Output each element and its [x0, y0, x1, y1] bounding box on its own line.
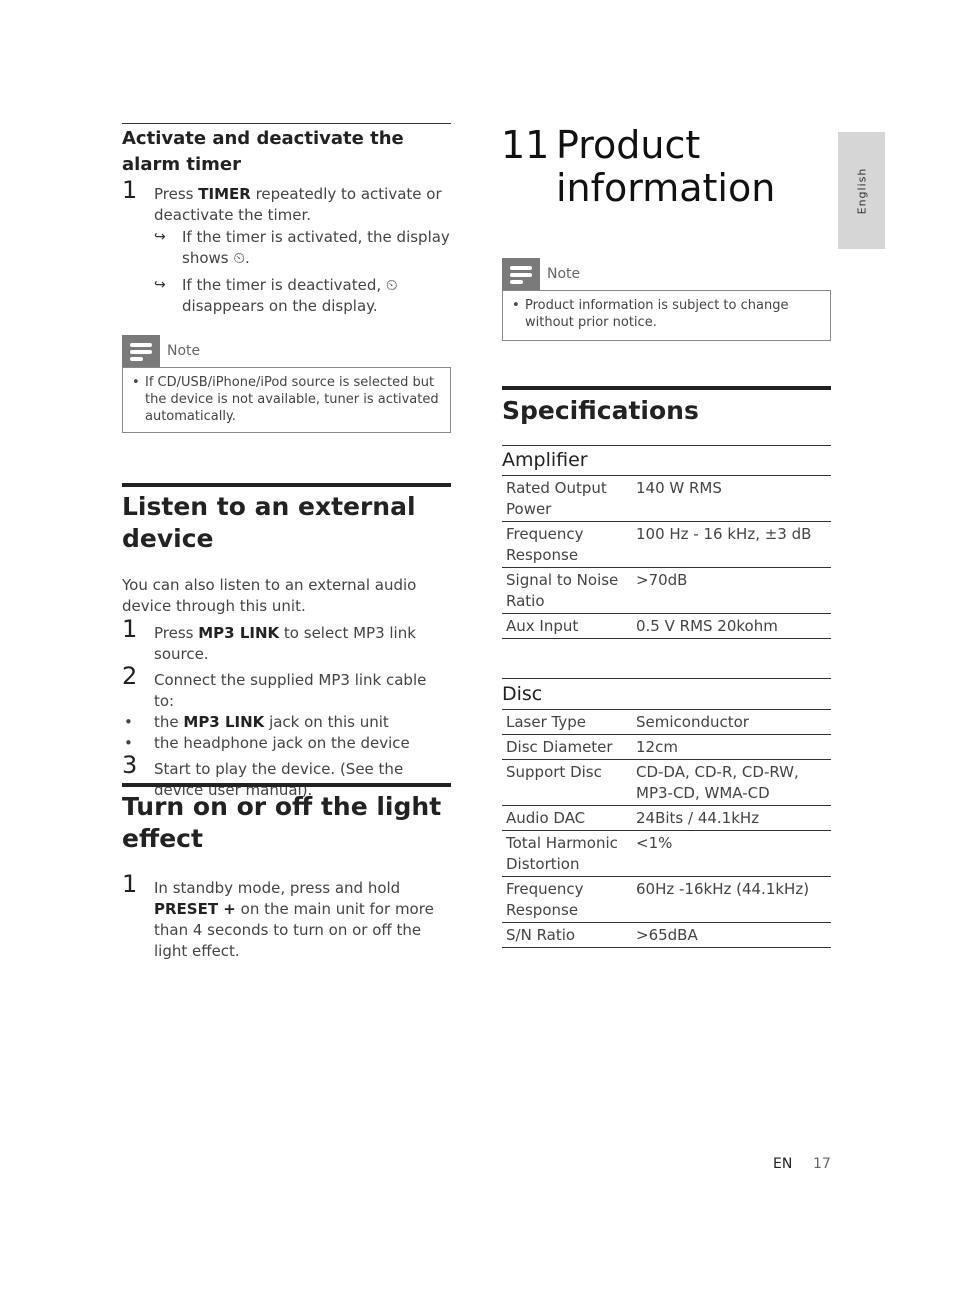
spec-value: 12cm — [632, 734, 831, 760]
specifications-section: Specifications Amplifier Rated Output Po… — [502, 386, 831, 948]
result-arrow-icon: ↪ — [154, 277, 166, 293]
spec-value: 60Hz -16kHz (44.1kHz) — [632, 876, 831, 923]
note-box: • If CD/USB/iPhone/iPod source is select… — [122, 367, 451, 433]
spec-label: Frequency Response — [502, 876, 632, 923]
button-name: TIMER — [198, 185, 251, 203]
product-note: Note • Product information is subject to… — [502, 258, 831, 341]
spec-row: Rated Output Power 140 W RMS — [502, 476, 831, 522]
light-heading: Turn on or off the light effect — [122, 792, 442, 853]
section-rule — [502, 386, 831, 390]
spec-label: Disc Diameter — [502, 734, 632, 760]
spec-value: CD-DA, CD-R, CD-RW, MP3-CD, WMA-CD — [632, 759, 831, 806]
spec-row: Signal to Noise Ratio >70dB — [502, 567, 831, 614]
note-box: • Product information is subject to chan… — [502, 290, 831, 341]
amplifier-heading: Amplifier — [502, 446, 831, 476]
note-icon — [502, 258, 540, 291]
chapter-title: 11 Product information — [501, 123, 776, 210]
alarm-note: Note • If CD/USB/iPhone/iPod source is s… — [122, 335, 451, 433]
step-number: 2 — [122, 662, 138, 690]
disc-heading: Disc — [502, 679, 831, 710]
language-tab: English — [838, 132, 885, 249]
note-text: If CD/USB/iPhone/iPod source is selected… — [145, 375, 439, 424]
spec-value: <1% — [632, 830, 831, 877]
note-label: Note — [547, 266, 581, 282]
light-section: Turn on or off the light effect 1 In sta… — [122, 783, 451, 962]
spec-label: Audio DAC — [502, 805, 632, 831]
spec-row: Aux Input 0.5 V RMS 20kohm — [502, 613, 831, 639]
result-item: ↪ If the timer is deactivated, ⏲ disappe… — [154, 276, 398, 315]
external-step-2: 2 Connect the supplied MP3 link cable to… — [122, 662, 427, 710]
spec-row: Frequency Response 100 Hz - 16 kHz, ±3 dB — [502, 521, 831, 568]
spec-value: 100 Hz - 16 kHz, ±3 dB — [632, 521, 831, 568]
page-number: 17 — [813, 1156, 831, 1172]
section-rule — [122, 783, 451, 787]
spec-value: >65dBA — [632, 922, 831, 948]
spec-label: Rated Output Power — [502, 476, 632, 522]
light-step-1: 1 In standby mode, press and hold PRESET… — [122, 870, 434, 960]
footer-language: EN — [773, 1156, 793, 1172]
external-heading: Listen to an external device — [122, 492, 416, 553]
step-number: 1 — [122, 615, 138, 643]
spec-row: Laser Type Semiconductor — [502, 710, 831, 735]
spec-row: Audio DAC 24Bits / 44.1kHz — [502, 805, 831, 831]
spec-row: S/N Ratio >65dBA — [502, 922, 831, 948]
spec-label: Total Harmonic Distortion — [502, 830, 632, 877]
alarm-section: Activate and deactivate the alarm timer … — [122, 123, 451, 433]
spec-label: Frequency Response — [502, 521, 632, 568]
note-icon — [122, 335, 160, 368]
section-rule — [122, 483, 451, 487]
step-number: 3 — [122, 751, 138, 779]
spec-value: >70dB — [632, 567, 831, 614]
chapter-number: 11 — [501, 123, 550, 167]
external-section: Listen to an external device You can als… — [122, 483, 451, 801]
alarm-heading: Activate and deactivate the alarm timer — [122, 128, 404, 175]
spec-value: 24Bits / 44.1kHz — [632, 805, 831, 831]
bullet-icon: • — [124, 713, 133, 731]
amplifier-table: Rated Output Power 140 W RMS Frequency Res… — [502, 476, 831, 639]
spec-value: Semiconductor — [632, 710, 831, 735]
spec-row: Total Harmonic Distortion <1% — [502, 830, 831, 877]
spec-row: Frequency Response 60Hz -16kHz (44.1kHz) — [502, 876, 831, 923]
external-intro: You can also listen to an external audio… — [122, 576, 417, 615]
step-number: 1 — [122, 870, 138, 898]
disc-table: Laser Type Semiconductor Disc Diameter 12cm… — [502, 710, 831, 948]
spec-label: Signal to Noise Ratio — [502, 567, 632, 614]
bullet-icon: • — [132, 375, 140, 390]
result-arrow-icon: ↪ — [154, 229, 166, 245]
spec-value: 140 W RMS — [632, 476, 831, 522]
external-step-1: 1 Press MP3 LINK to select MP3 link sour… — [122, 615, 416, 663]
bullet-item: • the headphone jack on the device — [124, 734, 410, 752]
step-number: 1 — [122, 176, 138, 204]
bullet-item: • the MP3 LINK jack on this unit — [124, 713, 389, 731]
specifications-heading: Specifications — [502, 396, 699, 425]
alarm-step-1: 1 Press TIMER repeatedly to activate or … — [122, 176, 450, 315]
spec-label: Support Disc — [502, 759, 632, 806]
bullet-icon: • — [512, 298, 520, 313]
note-text: Product information is subject to change… — [525, 298, 789, 330]
spec-value: 0.5 V RMS 20kohm — [632, 613, 831, 639]
spec-label: Laser Type — [502, 710, 632, 735]
spec-row: Support Disc CD-DA, CD-R, CD-RW, MP3-CD, … — [502, 759, 831, 806]
section-rule — [122, 123, 451, 124]
spec-label: S/N Ratio — [502, 922, 632, 948]
note-label: Note — [167, 343, 201, 359]
spec-label: Aux Input — [502, 613, 632, 639]
spec-row: Disc Diameter 12cm — [502, 734, 831, 760]
result-item: ↪ If the timer is activated, the display… — [154, 228, 450, 267]
